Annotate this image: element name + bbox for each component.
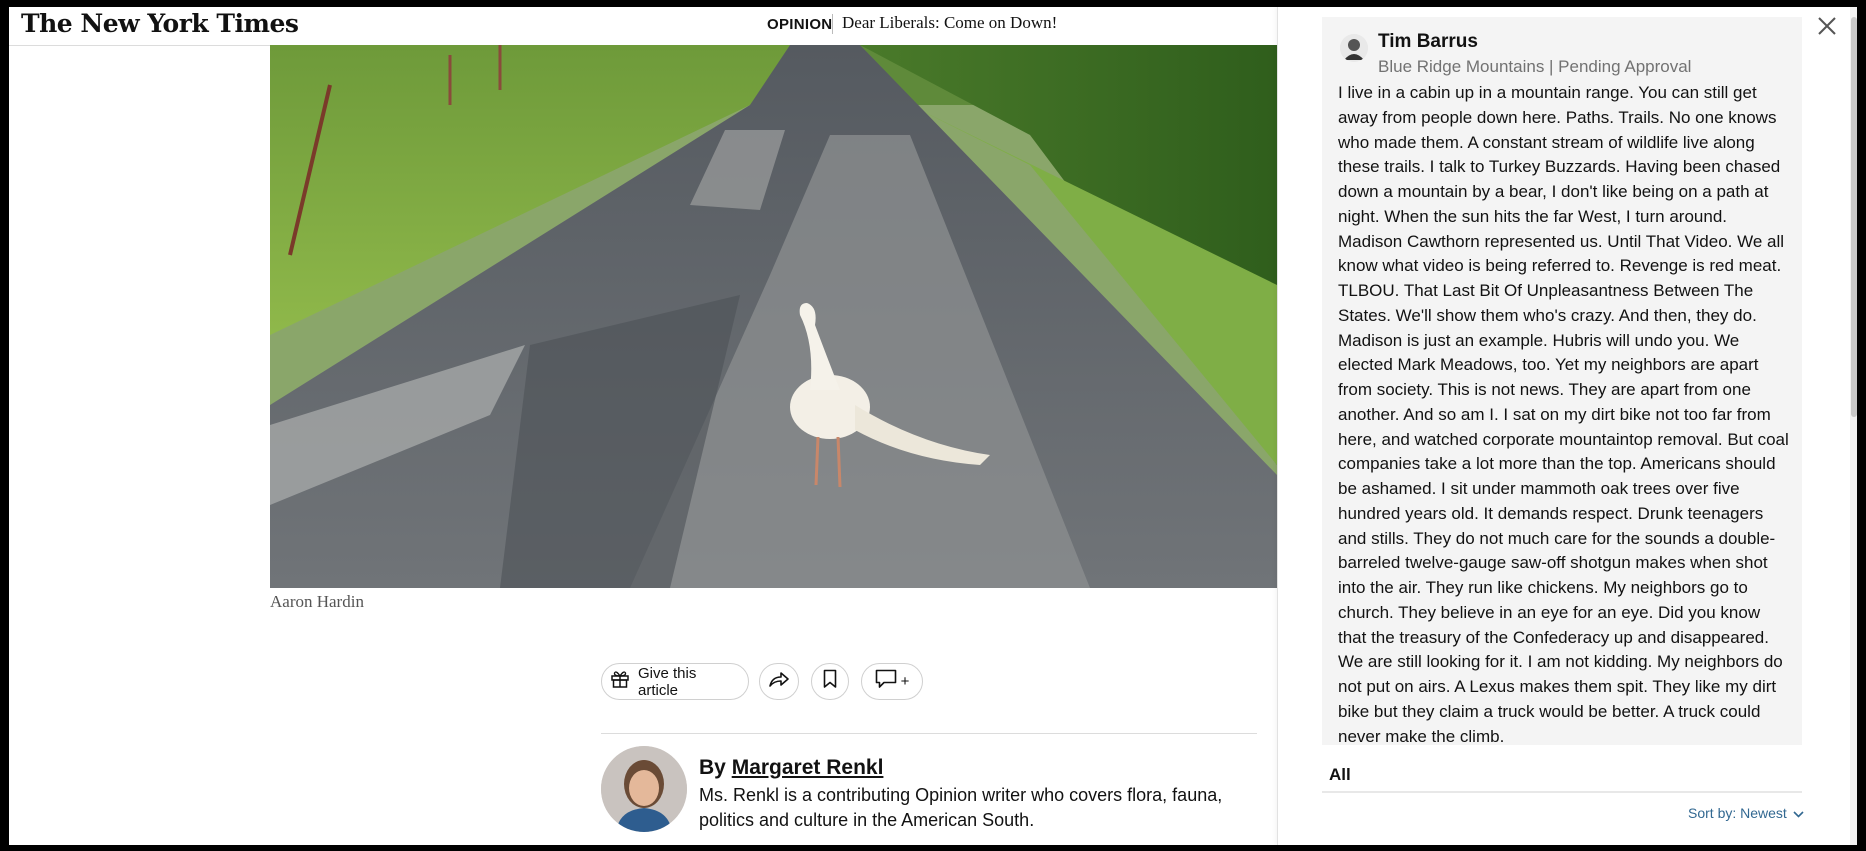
give-article-button[interactable]: Give this article [601, 663, 749, 700]
sort-label: Sort by: Newest [1688, 805, 1787, 821]
browser-viewport: The New York Times OPINION Dear Liberals… [9, 7, 1857, 845]
commenter-avatar [1340, 34, 1368, 62]
give-article-label: Give this article [638, 664, 697, 699]
close-icon[interactable] [1816, 15, 1838, 37]
byline-prefix: By [699, 756, 726, 779]
comments-plus: + [900, 673, 910, 690]
bookmark-icon [823, 669, 837, 694]
comment-card: Tim Barrus Blue Ridge Mountains | Pendin… [1322, 17, 1802, 746]
divider [832, 14, 833, 34]
scrollbar-thumb[interactable] [1851, 17, 1857, 417]
commenter-location: Blue Ridge Mountains | Pending Approval [1378, 57, 1692, 76]
author-avatar [601, 746, 687, 832]
sort-dropdown[interactable]: Sort by: Newest [1688, 805, 1804, 821]
commenter-name: Tim Barrus [1378, 31, 1478, 52]
top-bar: The New York Times OPINION Dear Liberals… [9, 7, 1277, 46]
comments-panel: Tim Barrus Blue Ridge Mountains | Pendin… [1277, 7, 1857, 845]
nyt-logo[interactable]: The New York Times [21, 9, 299, 38]
peacock-road-image [270, 45, 1277, 588]
tab-underline [1322, 791, 1802, 793]
chevron-down-icon [1793, 805, 1804, 821]
save-button[interactable] [811, 663, 849, 700]
comments-button[interactable]: + [861, 663, 923, 700]
panel-scrollbar[interactable] [1850, 7, 1857, 845]
section-label[interactable]: OPINION [767, 16, 832, 33]
tab-all[interactable]: All [1329, 765, 1351, 785]
author-link[interactable]: Margaret Renkl [732, 756, 884, 779]
byline: By Margaret Renkl [699, 756, 883, 780]
article-headline: Dear Liberals: Come on Down! [842, 13, 1058, 32]
author-bio: Ms. Renkl is a contributing Opinion writ… [699, 785, 1223, 830]
article-photo [270, 45, 1277, 588]
photo-credit: Aaron Hardin [270, 592, 364, 611]
comment-text: I live in a cabin up in a mountain range… [1338, 83, 1789, 746]
comment-icon [875, 669, 897, 694]
share-icon [768, 670, 790, 693]
byline-divider [601, 733, 1257, 734]
gift-icon [610, 669, 630, 694]
share-button[interactable] [759, 663, 799, 700]
